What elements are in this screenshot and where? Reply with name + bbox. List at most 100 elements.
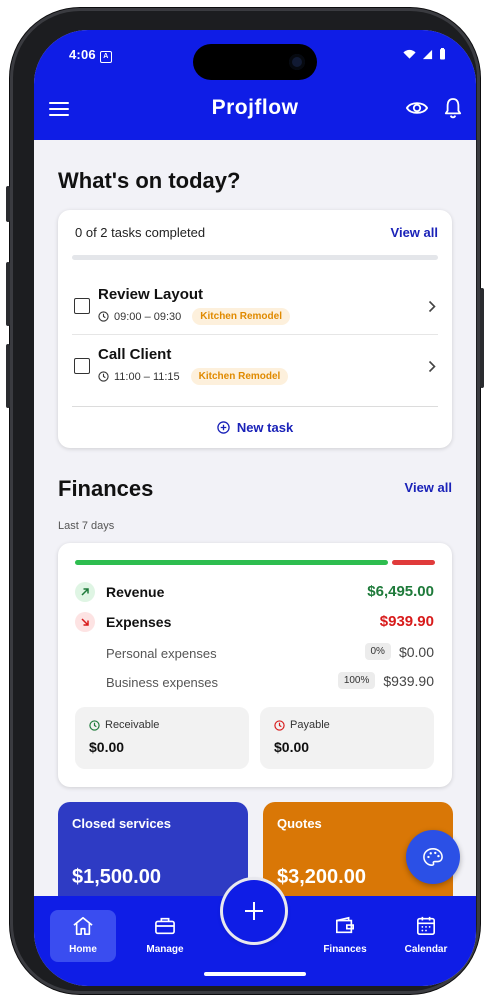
task-project-tag: Kitchen Remodel (192, 308, 290, 325)
clock-icon (89, 719, 100, 731)
today-card: 0 of 2 tasks completed View all Review L… (58, 210, 452, 448)
wallet-icon (336, 916, 354, 934)
revenue-bar-segment (75, 560, 388, 565)
business-expenses-pct: 100% (337, 672, 376, 689)
clock-icon (274, 719, 285, 731)
expense-bar-segment (392, 560, 435, 565)
expenses-label: Expenses (106, 614, 172, 630)
personal-expenses-row: Personal expenses 0% $0.00 (74, 643, 434, 663)
payable-value: $0.00 (274, 739, 310, 755)
task-row[interactable]: Call Client 11:00 – 11:15 Kitchen Remode… (72, 340, 438, 398)
top-app-bar: 4:06 A Projflow (34, 30, 476, 140)
signal-icon (422, 49, 433, 59)
business-expenses-amount: 100% $939.90 (337, 672, 434, 689)
eye-icon[interactable] (406, 100, 428, 116)
closed-services-value: $1,500.00 (72, 866, 161, 888)
task-checkbox[interactable] (74, 358, 90, 374)
receivable-label: Receivable (105, 719, 160, 731)
task-time: 11:00 – 11:15 (114, 370, 180, 383)
nav-manage-label: Manage (146, 944, 184, 955)
business-expenses-row: Business expenses 100% $939.90 (74, 672, 434, 692)
today-title: What's on today? (58, 168, 241, 193)
tasks-view-all-link[interactable]: View all (391, 225, 438, 240)
business-expenses-label: Business expenses (106, 675, 219, 690)
payable-card[interactable]: Payable $0.00 (260, 707, 434, 769)
nav-manage[interactable]: Manage (132, 910, 198, 962)
theme-fab-button[interactable] (406, 830, 460, 884)
receivable-card[interactable]: Receivable $0.00 (75, 707, 249, 769)
screen: 4:06 A Projflow What's on today? 0 of 2 … (34, 30, 476, 986)
task-meta: 11:00 – 11:15 Kitchen Remodel (98, 368, 289, 385)
a-badge-icon: A (99, 51, 112, 63)
finances-view-all-link[interactable]: View all (405, 480, 452, 495)
arrow-down-right-icon (75, 612, 95, 632)
phone-frame: 4:06 A Projflow What's on today? 0 of 2 … (6, 8, 484, 994)
personal-expenses-amount: 0% $0.00 (364, 643, 434, 660)
finances-period: Last 7 days (58, 520, 115, 532)
nav-finances[interactable]: Finances (312, 910, 378, 962)
add-fab-button[interactable] (223, 880, 285, 942)
finances-title: Finances (58, 476, 154, 501)
dynamic-island (193, 44, 317, 80)
finances-card: Revenue $6,495.00 Expenses $939.90 Perso… (58, 543, 452, 787)
nav-home[interactable]: Home (50, 910, 116, 962)
tasks-progress-bar (72, 255, 438, 260)
plus-circle-icon (217, 421, 230, 434)
chevron-right-icon[interactable] (428, 300, 436, 313)
clock-icon (98, 371, 109, 382)
status-icons (403, 48, 446, 60)
revenue-label: Revenue (106, 584, 165, 600)
briefcase-icon (155, 917, 175, 935)
task-project-tag: Kitchen Remodel (190, 368, 289, 385)
home-content: What's on today? 0 of 2 tasks completed … (34, 140, 476, 912)
quotes-label: Quotes (277, 816, 322, 831)
expenses-value: $939.90 (379, 613, 434, 630)
receivable-value: $0.00 (89, 739, 125, 755)
task-checkbox[interactable] (74, 298, 90, 314)
revenue-value: $6,495.00 (367, 583, 434, 600)
quotes-value: $3,200.00 (277, 866, 366, 888)
task-title: Call Client (98, 346, 172, 363)
arrow-up-right-icon (75, 582, 95, 602)
action-button (6, 186, 10, 222)
revenue-expense-ratio-bar (75, 560, 435, 565)
personal-expenses-pct: 0% (364, 643, 391, 660)
nav-calendar-label: Calendar (404, 944, 448, 955)
task-divider (72, 334, 438, 335)
business-expenses-value: $939.90 (383, 672, 434, 689)
task-row[interactable]: Review Layout 09:00 – 09:30 Kitchen Remo… (72, 280, 438, 338)
power-button (480, 288, 484, 388)
personal-expenses-value: $0.00 (398, 643, 434, 660)
volume-up-button (6, 262, 10, 326)
task-title: Review Layout (98, 286, 204, 303)
home-indicator (204, 972, 306, 976)
plus-icon (245, 902, 263, 920)
status-time: 4:06 A (69, 47, 112, 63)
nav-calendar[interactable]: Calendar (393, 910, 459, 962)
new-task-button[interactable]: New task (58, 420, 452, 435)
closed-services-label: Closed services (72, 816, 172, 831)
nav-home-label: Home (69, 944, 97, 955)
new-task-label: New task (236, 420, 294, 435)
bell-icon[interactable] (444, 97, 462, 119)
wifi-icon (403, 49, 416, 59)
nav-finances-label: Finances (323, 944, 367, 955)
chevron-right-icon[interactable] (428, 360, 436, 373)
calendar-icon (417, 916, 435, 935)
payable-label-row: Payable (274, 719, 330, 731)
receivable-label-row: Receivable (89, 719, 159, 731)
task-meta: 09:00 – 09:30 Kitchen Remodel (98, 308, 290, 325)
volume-down-button (6, 344, 10, 408)
battery-icon (440, 48, 445, 60)
task-time: 09:00 – 09:30 (114, 310, 182, 323)
home-icon (73, 917, 93, 935)
tasks-progress-text: 0 of 2 tasks completed (75, 225, 206, 240)
payable-label: Payable (290, 719, 330, 731)
revenue-row: Revenue $6,495.00 (74, 581, 434, 603)
expenses-row: Expenses $939.90 (74, 611, 434, 633)
task-divider (72, 406, 438, 407)
clock-icon (98, 311, 109, 322)
personal-expenses-label: Personal expenses (106, 646, 217, 661)
palette-icon (423, 848, 443, 866)
camera-icon (289, 54, 305, 70)
